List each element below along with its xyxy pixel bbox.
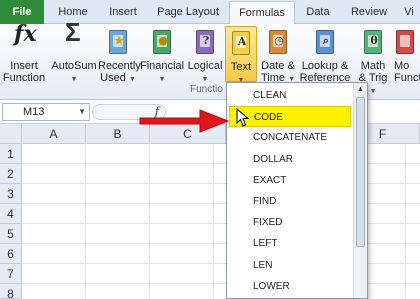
tab-review[interactable]: Review xyxy=(344,0,394,24)
date-time-button[interactable]: ◷ Date & Time ▼ xyxy=(258,28,298,86)
row-header-1[interactable]: 1 xyxy=(0,144,22,164)
insert-function-label-1: Insert xyxy=(10,60,38,72)
scrollbar-thumb[interactable] xyxy=(356,97,365,247)
book-a-icon: A xyxy=(226,29,256,59)
tab-insert[interactable]: Insert xyxy=(98,0,148,24)
recently-used-button[interactable]: ★ Recently Used ▼ xyxy=(98,28,141,86)
row-header-8[interactable]: 8 xyxy=(0,284,22,299)
recently-used-dropdown-icon: ▼ xyxy=(128,76,136,83)
fx-icon: fx xyxy=(14,21,37,47)
financial-label: Financial xyxy=(140,60,185,72)
name-box-dropdown-icon[interactable]: ▼ xyxy=(78,104,86,120)
book-theta-icon: θ xyxy=(358,28,388,58)
book-clock-icon: ◷ xyxy=(263,28,293,58)
name-box-value: M13 xyxy=(23,106,45,118)
name-box[interactable]: M13 ▼ xyxy=(2,103,90,121)
scroll-up-icon[interactable]: ▲ xyxy=(357,86,364,93)
menu-item-exact[interactable]: EXACT xyxy=(229,170,351,191)
menu-item-dollar[interactable]: DOLLAR xyxy=(229,149,351,170)
insert-function-label-2: Function xyxy=(2,72,46,84)
autosum-label: AutoSum xyxy=(51,60,97,72)
more-label-2: Functi xyxy=(394,72,420,84)
book-question-icon: ? xyxy=(190,28,220,58)
insert-function-button[interactable]: fx Insert Function xyxy=(2,21,46,84)
logical-label: Logical xyxy=(187,60,223,72)
financial-dropdown-icon: ▼ xyxy=(158,76,166,83)
date-time-label-1: Date & xyxy=(261,60,295,72)
tab-formulas[interactable]: Formulas xyxy=(229,1,295,26)
book-magnifier-icon: ⌕ xyxy=(310,28,340,58)
tab-data[interactable]: Data xyxy=(298,0,338,24)
math-label-1: Math xyxy=(360,60,386,72)
menu-item-lower[interactable]: LOWER xyxy=(229,276,351,297)
menu-item-clean[interactable]: CLEAN xyxy=(229,85,351,106)
book-more-icon xyxy=(394,28,420,58)
recently-used-label-1: Recently xyxy=(98,60,141,72)
menu-item-len[interactable]: LEN xyxy=(229,255,351,276)
sigma-icon: Σ xyxy=(65,17,81,47)
lookup-label-1: Lookup & xyxy=(301,60,349,72)
row-header-4[interactable]: 4 xyxy=(0,204,22,224)
menu-item-fixed[interactable]: FIXED xyxy=(229,212,351,233)
book-coins-icon: ● xyxy=(147,28,177,58)
text-button[interactable]: A Text ▼ xyxy=(225,26,257,84)
more-functions-button[interactable]: Mo Functi xyxy=(394,28,420,84)
tab-view[interactable]: Vi xyxy=(398,0,420,24)
row-header-2[interactable]: 2 xyxy=(0,164,22,184)
row-header-7[interactable]: 7 xyxy=(0,264,22,284)
text-label: Text xyxy=(230,61,252,73)
menu-scrollbar[interactable]: ▲ xyxy=(353,83,367,298)
select-all-corner[interactable] xyxy=(0,124,22,144)
menu-item-concatenate[interactable]: CONCATENATE xyxy=(229,127,351,148)
menu-item-left[interactable]: LEFT xyxy=(229,233,351,254)
menu-item-find[interactable]: FIND xyxy=(229,191,351,212)
row-header-5[interactable]: 5 xyxy=(0,224,22,244)
red-arrow-icon xyxy=(139,109,230,133)
tab-page-layout[interactable]: Page Layout xyxy=(150,0,226,24)
function-library-group-label: Functio xyxy=(190,84,223,95)
book-star-icon: ★ xyxy=(103,28,133,58)
recently-used-label-2: Used xyxy=(100,72,126,84)
financial-button[interactable]: ● Financial ▼ xyxy=(140,28,184,86)
more-label-1: Mo xyxy=(394,60,410,72)
logical-button[interactable]: ? Logical ▼ xyxy=(186,28,224,86)
math-dropdown-icon: ▼ xyxy=(369,88,377,95)
ribbon-tabs: File Home Insert Page Layout Formulas Da… xyxy=(0,0,420,26)
mouse-pointer-icon xyxy=(236,108,250,127)
autosum-dropdown-icon: ▼ xyxy=(70,76,78,83)
row-header-6[interactable]: 6 xyxy=(0,244,22,264)
autosum-button[interactable]: Σ AutoSum ▼ xyxy=(50,17,98,86)
column-header-a[interactable]: A xyxy=(22,124,86,144)
row-header-3[interactable]: 3 xyxy=(0,184,22,204)
